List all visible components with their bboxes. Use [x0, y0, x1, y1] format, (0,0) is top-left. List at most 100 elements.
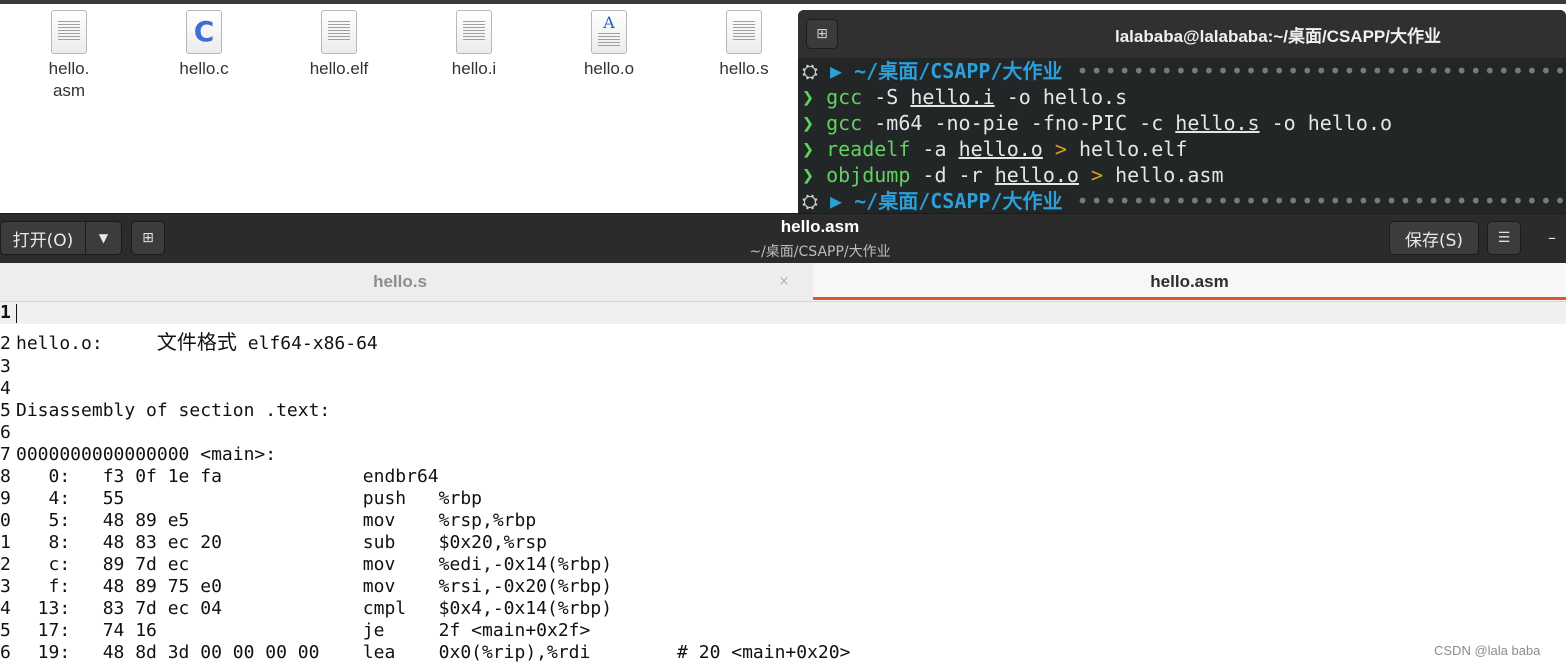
code-line: 5 Disassembly of section .text:	[0, 400, 330, 422]
file-item[interactable]: hello.i	[414, 10, 534, 80]
file-item[interactable]: Chello.c	[144, 10, 264, 80]
line-number: 7	[0, 444, 11, 465]
code-line: 6 19: 48 8d 3d 00 00 00 00 lea 0x0(%rip)…	[0, 642, 850, 664]
open-dropdown-button[interactable]: ▼	[86, 221, 122, 255]
file-name: hello.elf	[309, 59, 369, 78]
editor-subtitle-path: ~/桌面/CSAPP/大作业	[749, 244, 891, 260]
code-text: 0000000000000000 <main>:	[16, 444, 277, 465]
command-arg: hello.i	[910, 85, 995, 109]
code-line: 3 f: 48 89 75 e0 mov %rsi,-0x20(%rbp)	[0, 576, 612, 598]
prompt-dots: ••••••••••••••••••••••••••••••••••••••••…	[1076, 189, 1566, 213]
code-text: 8: 48 83 ec 20 sub $0x20,%rsp	[16, 532, 548, 553]
terminal-command-line: ❯ gcc -S hello.i -o hello.s	[798, 84, 1566, 110]
code-editor[interactable]: 1 2 hello.o: 文件格式 elf64-x86-64 3 4 5 Disassemb…	[0, 302, 1566, 667]
menu-button[interactable]: ☰	[1487, 221, 1521, 255]
prompt-arrow-icon: ❯	[802, 111, 827, 135]
code-text: 5: 48 89 e5 mov %rsp,%rbp	[16, 510, 537, 531]
file-name: hello.o	[583, 59, 635, 78]
file-item[interactable]: hello.elf	[279, 10, 399, 80]
command-name: readelf	[826, 137, 911, 161]
file-name: hello.i	[451, 59, 497, 78]
line-number: 9	[0, 488, 11, 509]
line-number: 5	[0, 620, 11, 641]
command-arg: hello.s	[1175, 111, 1260, 135]
prompt-arrow-icon: ❯	[802, 85, 827, 109]
terminal-title: lalababa@lalababa:~/桌面/CSAPP/大作业	[1115, 27, 1441, 46]
file-manager: hello. asm Chello.c hello.elf hello.i Ahello…	[0, 0, 1566, 213]
save-button[interactable]: 保存(S)	[1389, 221, 1479, 255]
prompt-path: ~/桌面/CSAPP/大作业	[854, 189, 1063, 213]
terminal-header: ⊞ lalababa@lalababa:~/桌面/CSAPP/大作业	[798, 10, 1566, 58]
command-arg: -m64 -no-pie -fno-PIC -c	[862, 111, 1176, 135]
folder-icon: ▶	[830, 189, 855, 213]
file-item[interactable]: Ahello.o	[549, 10, 669, 80]
code-text: Disassembly of section .text:	[16, 400, 331, 421]
prompt-path: ~/桌面/CSAPP/大作业	[854, 59, 1063, 83]
terminal-command-line: ❯ gcc -m64 -no-pie -fno-PIC -c hello.s -…	[798, 110, 1566, 136]
code-text: 0: f3 0f 1e fa endbr64	[16, 466, 450, 487]
code-line: 6	[0, 422, 16, 444]
command-arg: hello.o	[958, 137, 1043, 161]
command-name: objdump	[826, 163, 911, 187]
code-text: 4: 55 push %rbp	[16, 488, 483, 509]
code-text: c: 89 7d ec mov %edi,-0x14(%rbp)	[16, 554, 613, 575]
code-text: 19: 48 8d 3d 00 00 00 00 lea 0x0(%rip),%…	[16, 642, 851, 663]
file-item[interactable]: hello.s	[684, 10, 804, 80]
line-number: 3	[0, 576, 11, 597]
top-bar	[0, 0, 1566, 4]
line-number: 6	[0, 422, 11, 443]
command-arg: hello.o	[994, 163, 1079, 187]
new-document-icon: ⊞	[142, 230, 154, 246]
editor-header-bar: 打开(O) ▼ ⊞ hello.asm ~/桌面/CSAPP/大作业 保存(S)…	[0, 213, 1566, 264]
prompt-arrow-icon: ❯	[802, 163, 827, 187]
code-line: 8 0: f3 0f 1e fa endbr64	[0, 466, 449, 488]
terminal-output[interactable]: ⛭ ▶ ~/桌面/CSAPP/大作业 •••••••••••••••••••••…	[798, 58, 1566, 213]
line-number: 3	[0, 356, 11, 377]
command-arg: -S	[862, 85, 911, 109]
hamburger-icon: ☰	[1497, 230, 1511, 246]
terminal-prompt-line: ⛭ ▶ ~/桌面/CSAPP/大作业 •••••••••••••••••••••…	[798, 58, 1566, 84]
minimize-button[interactable]: –	[1542, 228, 1562, 248]
command-name: gcc	[826, 85, 863, 109]
ubuntu-icon: ⛭	[802, 59, 831, 83]
command-name: gcc	[826, 111, 863, 135]
command-arg: hello.asm	[1103, 163, 1224, 187]
current-line-highlight	[0, 302, 1566, 324]
watermark: CSDN @lala baba	[1434, 643, 1541, 658]
text-file-icon	[456, 10, 492, 54]
code-line: 4 13: 83 7d ec 04 cmpl $0x4,-0x14(%rbp)	[0, 598, 612, 620]
new-document-button[interactable]: ⊞	[131, 221, 165, 255]
file-item[interactable]: hello. asm	[9, 10, 129, 102]
chevron-down-icon: ▼	[98, 231, 109, 245]
close-tab-icon[interactable]: ×	[776, 274, 792, 290]
c-source-file-icon: C	[186, 10, 222, 54]
code-line: 1	[0, 302, 16, 324]
line-number: 8	[0, 466, 11, 487]
code-line: 7 0000000000000000 <main>:	[0, 444, 276, 466]
text-caret	[16, 304, 17, 323]
open-button[interactable]: 打开(O)	[0, 221, 86, 255]
editor-title: hello.asm	[780, 217, 860, 236]
command-arg	[1043, 137, 1055, 161]
command-arg: >	[1091, 163, 1104, 187]
tab-hello-s[interactable]: hello.s	[0, 263, 800, 301]
line-number: 1	[0, 532, 11, 553]
file-name: hello.c	[179, 59, 229, 78]
code-line: 2 hello.o: 文件格式 elf64-x86-64	[0, 331, 378, 354]
code-line: 0 5: 48 89 e5 mov %rsp,%rbp	[0, 510, 536, 532]
command-arg: -o hello.o	[1259, 111, 1393, 135]
command-arg: -d -r	[910, 163, 995, 187]
line-number: 2	[0, 333, 11, 354]
folder-icon: ▶	[830, 59, 855, 83]
command-arg	[1079, 163, 1091, 187]
tab-hello-asm[interactable]: hello.asm	[813, 263, 1566, 301]
line-number: 6	[0, 642, 11, 663]
command-arg: -o hello.s	[994, 85, 1128, 109]
line-number: 4	[0, 598, 11, 619]
code-line: 4	[0, 378, 16, 400]
code-text: f: 48 89 75 e0 mov %rsi,-0x20(%rbp)	[16, 576, 613, 597]
new-tab-button[interactable]: ⊞	[806, 19, 838, 49]
terminal-window: ⊞ lalababa@lalababa:~/桌面/CSAPP/大作业 ⛭ ▶ ~…	[798, 10, 1566, 213]
document-file-icon: A	[591, 10, 627, 54]
ubuntu-icon: ⛭	[802, 189, 831, 213]
